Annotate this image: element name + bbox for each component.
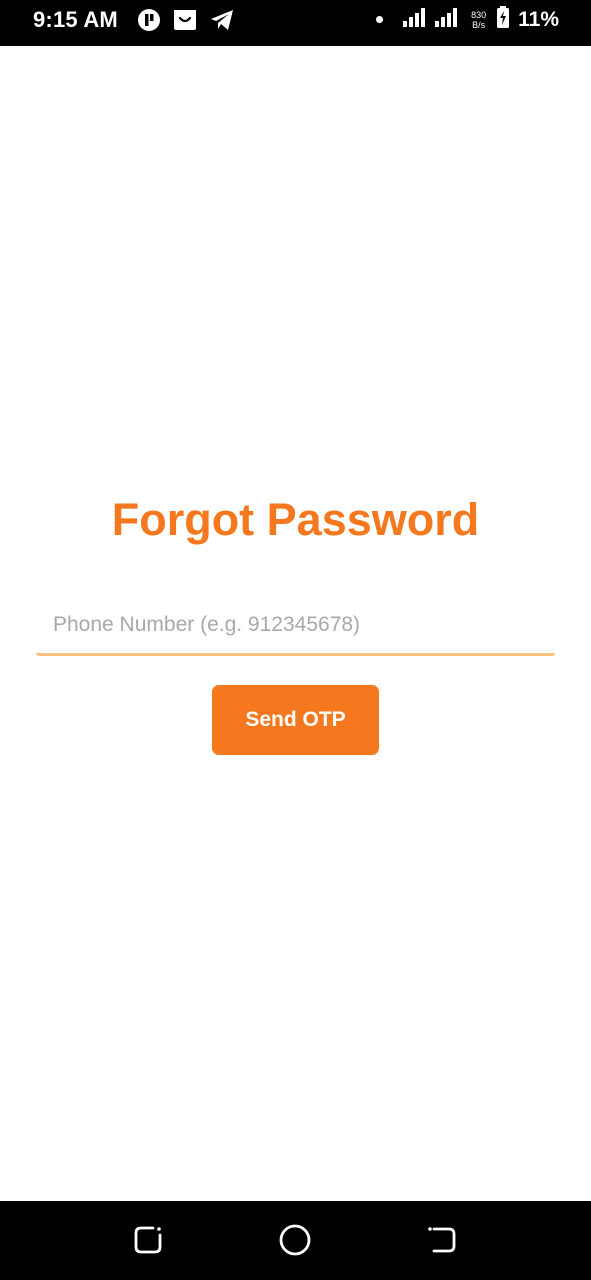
notification-dot-icon: [376, 16, 384, 23]
status-system-icons: 830 B/s 11%: [376, 6, 559, 33]
status-notification-icons: [137, 8, 235, 37]
status-time: 9:15 AM: [33, 7, 118, 32]
app-notification-icon: [137, 8, 161, 37]
signal-icon: [403, 7, 429, 32]
page-title: Forgot Password: [111, 494, 480, 545]
telegram-icon: [209, 8, 235, 37]
signal-icon: [435, 7, 461, 32]
battery-charging-icon: [496, 6, 510, 33]
home-icon[interactable]: [278, 1223, 312, 1257]
recent-apps-icon[interactable]: [131, 1223, 165, 1257]
network-speed: 830 B/s: [471, 10, 486, 30]
status-bar: 9:15 AM 830 B/s 11%: [0, 0, 591, 46]
battery-percent: 11%: [518, 7, 559, 31]
send-otp-button[interactable]: Send OTP: [212, 685, 379, 755]
phone-number-input[interactable]: [36, 596, 555, 656]
network-speed-unit: B/s: [472, 19, 486, 30]
back-icon[interactable]: [425, 1223, 459, 1257]
forgot-password-screen: 9:15 AM 830 B/s 11% Forgot Password Phon…: [0, 0, 591, 1280]
network-speed-value: 830: [471, 9, 487, 20]
navigation-bar: [0, 1201, 591, 1280]
shopping-bag-icon: [173, 8, 197, 37]
